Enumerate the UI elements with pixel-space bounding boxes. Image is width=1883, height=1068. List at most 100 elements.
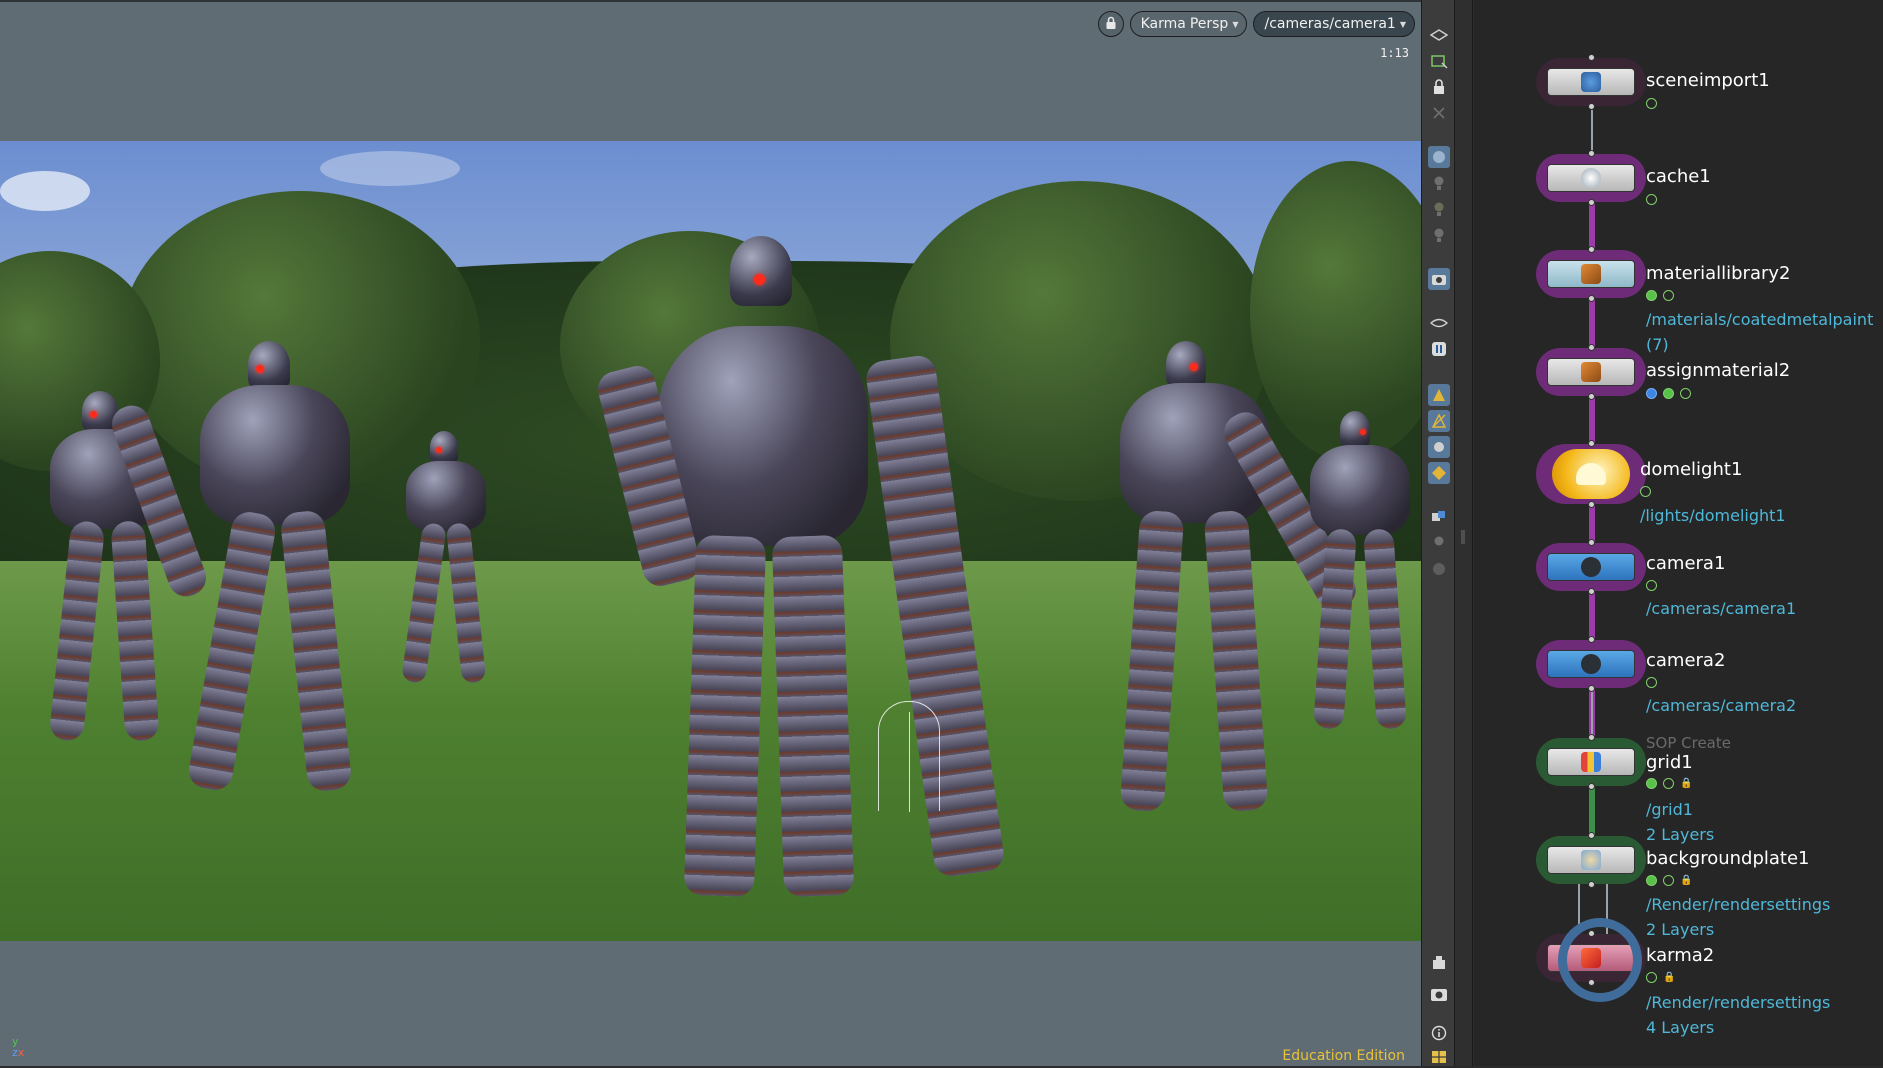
viewport-top-border	[0, 0, 1421, 2]
node-input[interactable]	[1588, 636, 1595, 643]
node-output[interactable]	[1588, 501, 1595, 508]
node-input[interactable]	[1588, 150, 1595, 157]
link-icon[interactable]	[1428, 532, 1450, 554]
render-image	[0, 141, 1421, 941]
node-label: cache1	[1646, 166, 1711, 187]
lock-icon[interactable]: 🔒	[1680, 778, 1692, 789]
node-input[interactable]	[1588, 539, 1595, 546]
node-input[interactable]	[1588, 246, 1595, 253]
node-tile	[1547, 358, 1635, 386]
info-flag[interactable]	[1646, 388, 1657, 399]
camera-lock-button[interactable]	[1097, 11, 1124, 37]
layout-icon[interactable]	[1428, 1046, 1450, 1068]
eye-icon[interactable]	[1428, 984, 1450, 1006]
axis-x-label: x	[17, 1046, 25, 1059]
node-tile	[1547, 846, 1635, 874]
sphere-icon[interactable]	[1428, 146, 1450, 168]
display-flag[interactable]	[1663, 875, 1674, 886]
node-flags	[1640, 486, 1651, 497]
active-flag[interactable]	[1646, 290, 1657, 301]
renderer-view-menu[interactable]: Karma Persp ▼	[1129, 11, 1248, 37]
node-layer-count: 2 Layers	[1646, 825, 1715, 844]
info-icon[interactable]	[1428, 1022, 1450, 1044]
node-label: assignmaterial2	[1646, 360, 1791, 381]
splitter-grip[interactable]	[1461, 530, 1465, 544]
link-icon[interactable]	[1428, 506, 1450, 528]
node-path: /Render/rendersettings	[1646, 895, 1831, 914]
node-grid1[interactable]	[1536, 734, 1646, 790]
node-input[interactable]	[1588, 344, 1595, 351]
material-box-icon	[1581, 264, 1601, 284]
node-flags: 🔒	[1646, 875, 1692, 886]
camera-menu[interactable]: /cameras/camera1 ▼	[1253, 11, 1415, 37]
flipbook-icon[interactable]	[1428, 312, 1450, 334]
display-flag[interactable]	[1646, 972, 1657, 983]
display-flag[interactable]	[1663, 778, 1674, 789]
display-flag[interactable]	[1646, 194, 1657, 205]
lock-icon[interactable]	[1428, 76, 1450, 98]
camera-gizmo	[878, 701, 940, 812]
node-sceneimport1[interactable]	[1536, 54, 1646, 110]
renderer-label: Karma	[1140, 16, 1186, 32]
camera-view-icon[interactable]	[1428, 268, 1450, 290]
display-flag[interactable]	[1680, 388, 1691, 399]
display-flag[interactable]	[1646, 677, 1657, 688]
wireframe-icon[interactable]	[1428, 410, 1450, 432]
node-assignmaterial2[interactable]	[1536, 344, 1646, 400]
display-flag[interactable]	[1646, 98, 1657, 109]
node-output[interactable]	[1588, 199, 1595, 206]
light-bulb-icon[interactable]	[1428, 198, 1450, 220]
lock-icon[interactable]: 🔒	[1680, 875, 1692, 886]
node-domelight1[interactable]	[1536, 440, 1646, 508]
pane-splitter[interactable]	[1455, 0, 1473, 1066]
node-input[interactable]	[1588, 440, 1595, 447]
node-output[interactable]	[1588, 393, 1595, 400]
network-editor[interactable]: sceneimport1 cache1 materiallibrary2 /ma…	[1474, 0, 1883, 1066]
light-icon[interactable]	[1428, 172, 1450, 194]
active-flag[interactable]	[1663, 388, 1674, 399]
material-icon[interactable]	[1428, 436, 1450, 458]
shading-icon[interactable]	[1428, 384, 1450, 406]
display-options-icon[interactable]	[1428, 24, 1450, 46]
node-count: (7)	[1646, 335, 1669, 354]
node-input[interactable]	[1588, 54, 1595, 61]
node-path: /cameras/camera2	[1646, 696, 1797, 715]
node-camera1[interactable]	[1536, 539, 1646, 595]
node-camera2[interactable]	[1536, 636, 1646, 692]
light-bulb-2-icon[interactable]	[1428, 224, 1450, 246]
node-cache1[interactable]	[1536, 150, 1646, 206]
node-tile	[1547, 164, 1635, 192]
geometry-icon[interactable]	[1428, 462, 1450, 484]
node-output[interactable]	[1588, 295, 1595, 302]
node-flags: 🔒	[1646, 778, 1692, 789]
node-output[interactable]	[1588, 103, 1595, 110]
node-flags: 🔒	[1646, 972, 1675, 983]
display-flag[interactable]	[1646, 580, 1657, 591]
active-flag[interactable]	[1646, 875, 1657, 886]
chevron-down-icon: ▼	[1232, 19, 1239, 29]
node-materiallibrary2[interactable]	[1536, 246, 1646, 302]
snapshot-icon[interactable]	[1428, 50, 1450, 72]
node-output[interactable]	[1588, 588, 1595, 595]
render-region-icon[interactable]	[1428, 952, 1450, 974]
node-tile	[1552, 449, 1630, 499]
node-label: backgroundplate1	[1646, 848, 1810, 869]
node-path: /Render/rendersettings	[1646, 993, 1831, 1012]
pause-icon[interactable]	[1428, 338, 1450, 360]
node-input[interactable]	[1588, 832, 1595, 839]
scene-viewport[interactable]: Karma Persp ▼ /cameras/camera1 ▼ 1:13 y …	[0, 0, 1421, 1066]
lock-icon[interactable]: 🔒	[1663, 972, 1675, 983]
axis-indicator: y zx	[12, 1036, 24, 1058]
node-backgroundplate1[interactable]	[1536, 832, 1646, 888]
circle-icon[interactable]	[1428, 558, 1450, 580]
grid-icon	[1581, 752, 1601, 772]
node-output[interactable]	[1588, 685, 1595, 692]
node-input[interactable]	[1588, 734, 1595, 741]
active-flag[interactable]	[1646, 778, 1657, 789]
render-cloud	[0, 171, 90, 211]
display-flag[interactable]	[1663, 290, 1674, 301]
close-icon[interactable]	[1428, 102, 1450, 124]
display-flag[interactable]	[1640, 486, 1651, 497]
node-output[interactable]	[1588, 783, 1595, 790]
node-output[interactable]	[1588, 881, 1595, 888]
